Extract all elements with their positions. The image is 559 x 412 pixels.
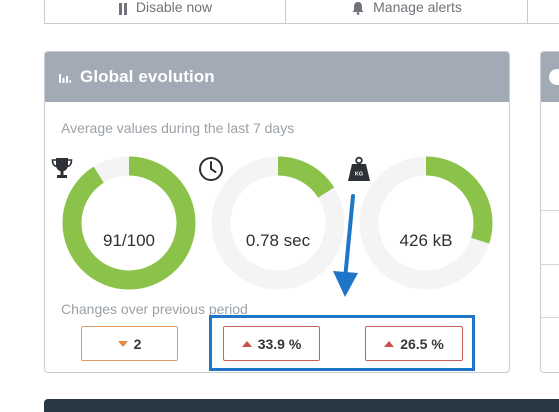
- page-size-value: 426 kB: [399, 231, 453, 250]
- weight-icon: KG: [348, 156, 370, 181]
- weight-icon-label: KG: [355, 172, 363, 178]
- alert-toolbar: Disable now Manage alerts: [44, 0, 559, 24]
- pause-icon: [118, 3, 127, 15]
- gauge-fill-arc: [62, 156, 196, 290]
- disable-now-button[interactable]: Disable now: [44, 0, 286, 24]
- page-size-gauge: KG 426 kB: [348, 156, 493, 290]
- annotation-highlight-box: [209, 315, 475, 371]
- score-gauge: 91/100: [51, 156, 196, 290]
- adjacent-card-partial: [540, 51, 559, 373]
- manage-alerts-label: Manage alerts: [373, 0, 462, 15]
- card-subtitle: Average values during the last 7 days: [61, 120, 295, 136]
- card-title: Global evolution: [80, 67, 215, 86]
- manage-alerts-button[interactable]: Manage alerts: [286, 0, 528, 24]
- triangle-down-icon: [117, 340, 128, 347]
- annotation-arrow-icon: [333, 194, 358, 297]
- adjacent-card-header: [541, 52, 559, 102]
- clock-icon: [199, 157, 223, 181]
- load-time-value: 0.78 sec: [245, 231, 311, 250]
- next-section-header: [44, 399, 559, 412]
- load-time-gauge: 0.78 sec: [199, 156, 345, 290]
- score-value: 91/100: [103, 231, 155, 250]
- disable-now-label: Disable now: [135, 0, 213, 15]
- toolbar-button-partial[interactable]: [528, 0, 559, 24]
- score-change-value: 2: [133, 335, 142, 352]
- trophy-icon: [51, 158, 73, 178]
- bar-chart-icon: [59, 73, 71, 83]
- bell-icon: [352, 2, 364, 15]
- card-header: Global evolution: [45, 52, 509, 102]
- score-change-badge: 2: [81, 326, 178, 361]
